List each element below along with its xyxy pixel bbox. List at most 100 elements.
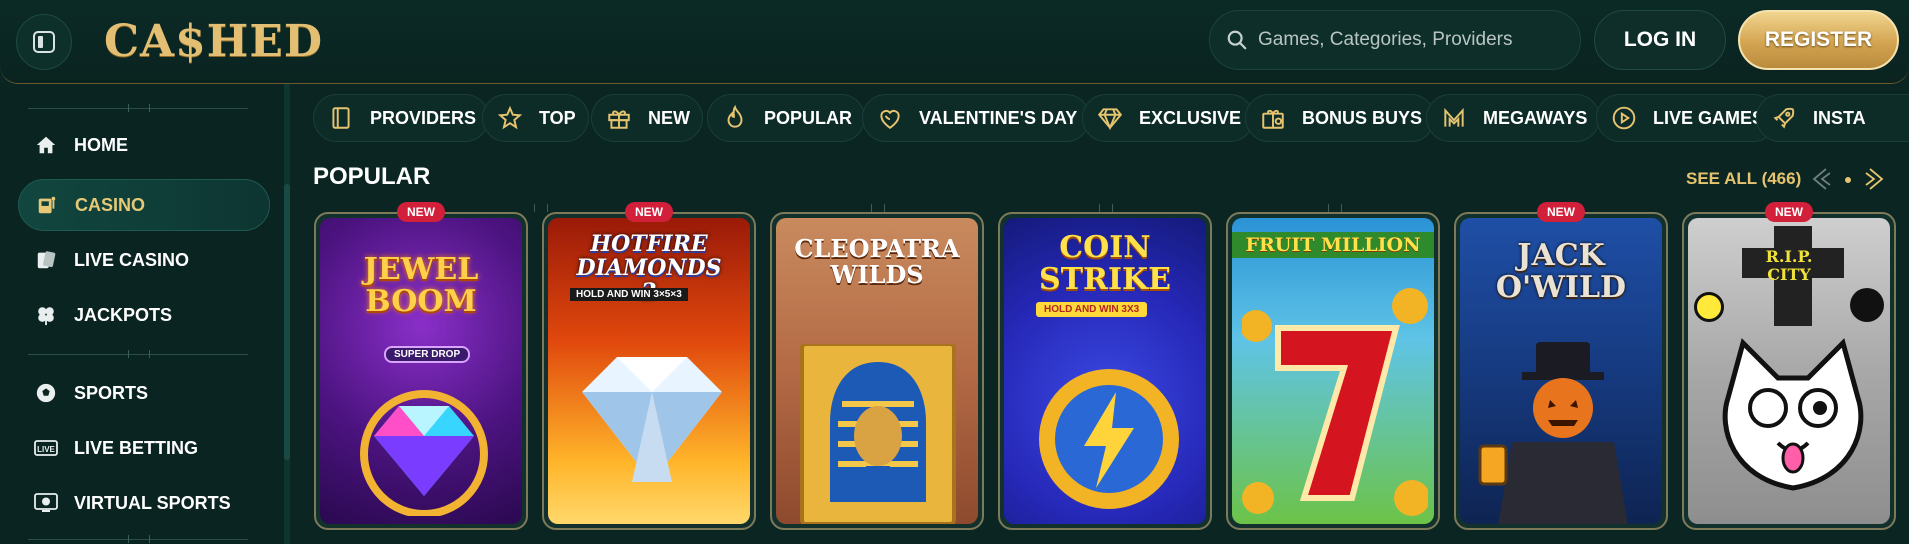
ornament bbox=[871, 204, 885, 212]
book-icon bbox=[332, 107, 350, 129]
clover-icon bbox=[34, 303, 58, 327]
game-card-jewel-boom[interactable]: NEW JEWEL BOOM SUPER DROP bbox=[314, 202, 528, 530]
diamond-artwork bbox=[582, 357, 722, 482]
game-title: FRUIT MILLION bbox=[1245, 234, 1421, 256]
slot-machine-icon bbox=[35, 193, 59, 217]
heart-icon bbox=[880, 110, 900, 129]
search-input[interactable] bbox=[1258, 29, 1558, 51]
virtual-sports-icon bbox=[34, 491, 58, 515]
flame-icon bbox=[727, 105, 743, 128]
category-exclusive[interactable]: EXCLUSIVE bbox=[1082, 94, 1255, 142]
search-bar[interactable] bbox=[1209, 10, 1581, 70]
home-icon bbox=[34, 133, 58, 157]
search-icon bbox=[1227, 30, 1247, 50]
cards-icon bbox=[34, 248, 58, 272]
sidebar-item-label: JACKPOTS bbox=[74, 304, 173, 325]
sidebar-divider bbox=[28, 350, 248, 358]
game-card-hotfire-diamonds-2[interactable]: NEW HOTFIRE DIAMONDS 2 HOLD AND WIN 3×5×… bbox=[542, 202, 756, 530]
ornament bbox=[1328, 204, 1342, 212]
game-card-cleopatra-wilds[interactable]: CLEOPATRA WILDS bbox=[770, 212, 984, 530]
diamond-icon bbox=[1097, 108, 1123, 131]
category-popular[interactable]: POPULAR bbox=[707, 94, 866, 142]
play-icon bbox=[1612, 106, 1636, 130]
seven-artwork bbox=[1242, 288, 1428, 516]
category-live-games[interactable]: LIVE GAMES bbox=[1596, 94, 1778, 142]
category-megaways[interactable]: MEGAWAYS bbox=[1426, 94, 1601, 142]
category-valentines-day[interactable]: VALENTINE'S DAY bbox=[862, 94, 1091, 142]
sidebar-item-virtual-sports[interactable]: VIRTUAL SPORTS bbox=[18, 477, 270, 529]
pharaoh-artwork bbox=[800, 344, 956, 524]
new-badge: NEW bbox=[1765, 202, 1813, 222]
category-label: POPULAR bbox=[764, 107, 853, 128]
sidebar-item-live-casino[interactable]: LIVE CASINO bbox=[18, 234, 270, 286]
carousel-prev-icon[interactable] bbox=[1806, 164, 1836, 194]
pumpkin-man-artwork bbox=[1478, 342, 1628, 524]
svg-text:LIVE: LIVE bbox=[37, 445, 55, 454]
category-label: BONUS BUYS bbox=[1302, 107, 1423, 128]
game-title: JACK O'WILD bbox=[1495, 238, 1627, 305]
sidebar-item-label: VIRTUAL SPORTS bbox=[74, 492, 231, 513]
category-label: INSTA bbox=[1813, 107, 1866, 128]
register-button[interactable]: REGISTER bbox=[1738, 10, 1899, 70]
category-label: MEGAWAYS bbox=[1483, 107, 1588, 128]
site-logo[interactable]: CA$HED bbox=[104, 8, 323, 74]
category-label: EXCLUSIVE bbox=[1139, 107, 1242, 128]
category-bar: PROVIDERS TOP NEW POPULAR VALENTINE'S DA… bbox=[312, 94, 1909, 144]
rocket-icon bbox=[1773, 107, 1795, 129]
diamond-artwork bbox=[360, 390, 488, 516]
carousel-next-icon[interactable] bbox=[1860, 164, 1890, 194]
game-title: COIN STRIKE bbox=[1039, 230, 1171, 297]
sidebar: HOME CASINO LIVE CASINO JACKPOTS SPORTS … bbox=[0, 84, 290, 544]
sidebar-item-label: CASINO bbox=[75, 194, 146, 215]
sidebar-item-live-betting[interactable]: LIVE LIVE BETTING bbox=[18, 422, 270, 474]
category-label: PROVIDERS bbox=[370, 107, 477, 128]
category-new[interactable]: NEW bbox=[591, 94, 703, 142]
sidebar-toggle-icon bbox=[33, 31, 55, 53]
see-all-link[interactable]: SEE ALL (466) bbox=[1686, 169, 1801, 189]
sidebar-item-home[interactable]: HOME bbox=[18, 119, 270, 171]
sidebar-divider bbox=[28, 104, 248, 112]
sidebar-divider bbox=[28, 535, 248, 543]
section-title: POPULAR bbox=[313, 163, 431, 190]
megaways-icon bbox=[1444, 107, 1464, 127]
new-badge: NEW bbox=[625, 202, 673, 222]
coin-artwork bbox=[1039, 369, 1179, 509]
sidebar-scrollbar[interactable] bbox=[284, 184, 290, 460]
game-title: CLEOPATRA WILDS bbox=[794, 234, 960, 289]
gift-icon bbox=[608, 110, 630, 129]
sidebar-item-label: SPORTS bbox=[74, 382, 149, 403]
category-bonus-buys[interactable]: BONUS BUYS bbox=[1245, 94, 1436, 142]
category-insta[interactable]: INSTA bbox=[1756, 94, 1909, 142]
login-button[interactable]: LOG IN bbox=[1594, 10, 1726, 70]
sidebar-item-label: LIVE CASINO bbox=[74, 249, 190, 270]
sidebar-item-casino[interactable]: CASINO bbox=[18, 179, 270, 231]
sidebar-toggle-button[interactable] bbox=[16, 14, 72, 70]
game-subtitle: HOLD AND WIN 3X3 bbox=[1036, 302, 1148, 317]
category-top[interactable]: TOP bbox=[482, 94, 589, 142]
sidebar-item-sports[interactable]: SPORTS bbox=[18, 367, 270, 419]
game-card-fruit-million[interactable]: FRUIT MILLION bbox=[1226, 212, 1440, 530]
cartoon-cat-artwork bbox=[1722, 338, 1864, 491]
category-label: TOP bbox=[539, 107, 576, 128]
ornament bbox=[534, 204, 548, 212]
category-label: NEW bbox=[648, 107, 690, 128]
sidebar-item-label: LIVE BETTING bbox=[74, 437, 199, 458]
game-card-coin-strike[interactable]: COIN STRIKE HOLD AND WIN 3X3 bbox=[998, 212, 1212, 530]
soccer-ball-icon bbox=[34, 381, 58, 405]
game-subtitle: SUPER DROP bbox=[384, 346, 471, 363]
sidebar-item-label: HOME bbox=[74, 134, 128, 155]
game-card-rip-city[interactable]: NEW R.I.P. CITY bbox=[1682, 202, 1896, 530]
game-title: JEWEL BOOM bbox=[363, 252, 479, 319]
category-label: LIVE GAMES bbox=[1653, 107, 1765, 128]
new-badge: NEW bbox=[1537, 202, 1585, 222]
live-icon: LIVE bbox=[34, 436, 58, 460]
star-icon bbox=[497, 105, 523, 130]
category-providers[interactable]: PROVIDERS bbox=[313, 94, 490, 142]
top-header: CA$HED LOG IN REGISTER bbox=[0, 0, 1909, 84]
game-card-jack-o-wild[interactable]: NEW JACK O'WILD bbox=[1454, 202, 1668, 530]
category-label: VALENTINE'S DAY bbox=[919, 107, 1078, 128]
bonus-gift-icon bbox=[1262, 109, 1284, 129]
new-badge: NEW bbox=[397, 202, 445, 222]
sidebar-item-jackpots[interactable]: JACKPOTS bbox=[18, 289, 270, 341]
ornament bbox=[1099, 204, 1113, 212]
